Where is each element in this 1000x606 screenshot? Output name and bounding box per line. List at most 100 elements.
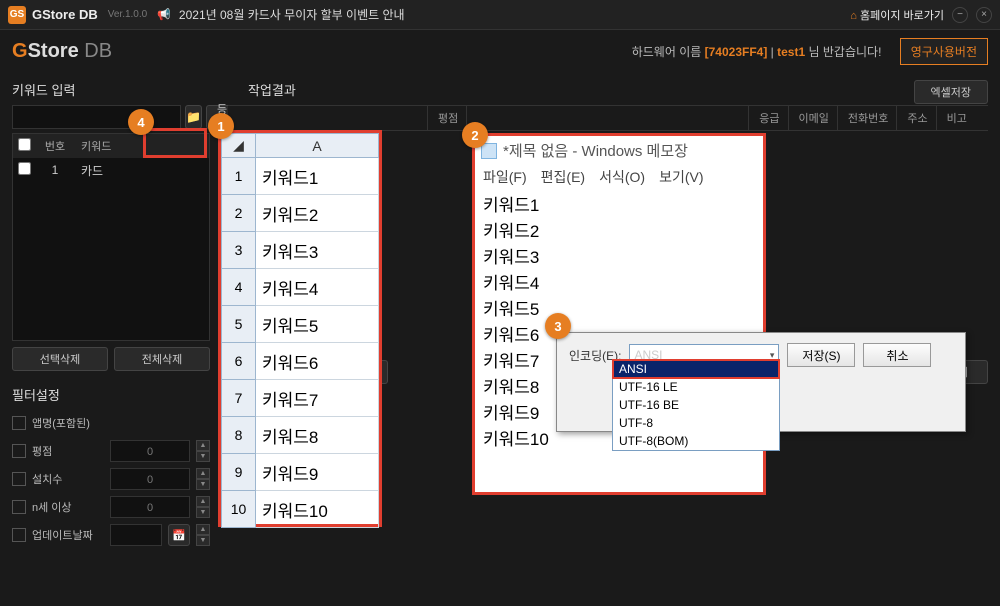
filter-rating-value[interactable]: 0 [110,440,190,462]
encoding-option-utf16le[interactable]: UTF-16 LE [613,378,779,396]
delete-all-button[interactable]: 전체삭제 [114,347,210,371]
calendar-icon: 📅 [172,529,186,542]
menu-view[interactable]: 보기(V) [659,167,703,187]
open-file-button[interactable]: 📁 [185,105,202,129]
excel-cell[interactable]: 키워드7 [256,380,379,417]
encoding-option-utf8[interactable]: UTF-8 [613,414,779,432]
encoding-option-utf16be[interactable]: UTF-16 BE [613,396,779,414]
homepage-link[interactable]: ⌂ 홈페이지 바로가기 [850,7,944,23]
excel-row-num: 6 [222,343,256,380]
callout-1: 1 [208,113,234,139]
excel-row-num: 8 [222,417,256,454]
excel-save-button[interactable]: 엑셀저장 [914,80,988,104]
username: test1 [777,45,805,59]
excel-row-num: 7 [222,380,256,417]
license-button[interactable]: 영구사용버전 [900,38,988,65]
excel-cell[interactable]: 키워드5 [256,306,379,343]
speaker-icon: 📢 [157,8,171,21]
cancel-button[interactable]: 취소 [863,343,931,367]
excel-cell[interactable]: 키워드2 [256,195,379,232]
result-title: 작업결과 [228,80,988,99]
spinner-down-icon[interactable]: ▼ [196,451,210,462]
close-button[interactable]: × [976,7,992,23]
titlebar: GS GStore DB Ver.1.0.0 📢 2021년 08월 카드사 무… [0,0,1000,30]
spinner-down-icon[interactable]: ▼ [196,479,210,490]
excel-overlay: ◢A 1키워드12키워드23키워드34키워드45키워드56키워드67키워드78키… [218,130,382,527]
excel-row-num: 9 [222,454,256,491]
filter-date-label: 업데이트날짜 [32,527,104,543]
keyword-input[interactable] [12,105,181,129]
home-icon: ⌂ [850,10,857,22]
col-rating: 평점 [430,106,467,130]
spinner-up-icon[interactable]: ▲ [196,524,210,535]
filter-panel: 필터설정 앱명(포함된) 평점 0 ▲▼ 설치수 0 ▲▼ n세 이상 0 [12,385,210,548]
notepad-line: 키워드3 [483,245,755,271]
notepad-title: *제목 없음 - Windows 메모장 [503,140,688,161]
excel-cell[interactable]: 키워드6 [256,343,379,380]
notepad-line: 키워드4 [483,271,755,297]
filter-age-checkbox[interactable] [12,500,26,514]
col-emergency: 응급 [751,106,788,130]
spinner-up-icon[interactable]: ▲ [196,496,210,507]
subheader: GStore DB 하드웨어 이름 [74023FF4] | test1 님 반… [0,30,1000,72]
filter-installs-checkbox[interactable] [12,472,26,486]
result-columns: 평점 응급 이메일 전화번호 주소 비고 [228,105,988,131]
hardware-id: [74023FF4] [705,45,768,59]
spinner-down-icon[interactable]: ▼ [196,507,210,518]
excel-cell[interactable]: 키워드8 [256,417,379,454]
menu-file[interactable]: 파일(F) [483,167,527,187]
spinner-up-icon[interactable]: ▲ [196,468,210,479]
filter-appname-checkbox[interactable] [12,416,26,430]
notepad-line: 키워드1 [483,193,755,219]
filter-rating-checkbox[interactable] [12,444,26,458]
notepad-line: 키워드5 [483,297,755,323]
keyword-panel-title: 키워드 입력 [12,80,75,99]
filter-age-label: n세 이상 [32,499,104,515]
delete-selected-button[interactable]: 선택삭제 [12,347,108,371]
filter-rating-label: 평점 [32,443,104,459]
excel-row-num: 4 [222,269,256,306]
encoding-option-utf8bom[interactable]: UTF-8(BOM) [613,432,779,450]
callout-4: 4 [128,109,154,135]
keyword-table: 번호 키워드 1 카드 [12,133,210,341]
notepad-menu: 파일(F) 편집(E) 서식(O) 보기(V) [475,165,763,193]
row-checkbox[interactable] [18,162,31,175]
welcome-message: 하드웨어 이름 [74023FF4] | test1 님 반갑습니다! 영구사용… [632,38,988,65]
menu-format[interactable]: 서식(O) [599,167,645,187]
calendar-button[interactable]: 📅 [168,524,190,546]
excel-cell[interactable]: 키워드4 [256,269,379,306]
table-row[interactable]: 1 카드 [13,158,209,182]
callout-2: 2 [462,122,488,148]
app-logo: GS [8,6,26,24]
app-name: GStore DB [32,7,98,22]
excel-cell[interactable]: 키워드3 [256,232,379,269]
encoding-dropdown[interactable]: ANSI UTF-16 LE UTF-16 BE UTF-8 UTF-8(BOM… [612,359,780,451]
excel-row-num: 10 [222,491,256,528]
result-panel: 작업결과 평점 응급 이메일 전화번호 주소 비고 [228,80,988,131]
excel-row-num: 3 [222,232,256,269]
filter-age-value[interactable]: 0 [110,496,190,518]
excel-cell[interactable]: 키워드10 [256,491,379,528]
notepad-line: 키워드2 [483,219,755,245]
excel-row-num: 1 [222,158,256,195]
excel-row-num: 2 [222,195,256,232]
encoding-option-ansi[interactable]: ANSI [613,360,779,378]
minimize-button[interactable]: − [952,7,968,23]
excel-col-header: A [256,134,379,158]
col-note: 비고 [939,106,975,130]
announcement-text: 2021년 08월 카드사 무이자 할부 이벤트 안내 [179,6,405,23]
excel-cell[interactable]: 키워드1 [256,158,379,195]
menu-edit[interactable]: 편집(E) [541,167,585,187]
row-no: 1 [35,163,75,177]
filter-installs-value[interactable]: 0 [110,468,190,490]
spinner-up-icon[interactable]: ▲ [196,440,210,451]
filter-date-value[interactable] [110,524,162,546]
highlight-register [143,128,207,158]
save-button[interactable]: 저장(S) [787,343,855,367]
select-all-checkbox[interactable] [18,138,31,151]
filter-date-checkbox[interactable] [12,528,26,542]
excel-cell[interactable]: 키워드9 [256,454,379,491]
col-email: 이메일 [791,106,838,130]
excel-row-num: 5 [222,306,256,343]
spinner-down-icon[interactable]: ▼ [196,535,210,546]
